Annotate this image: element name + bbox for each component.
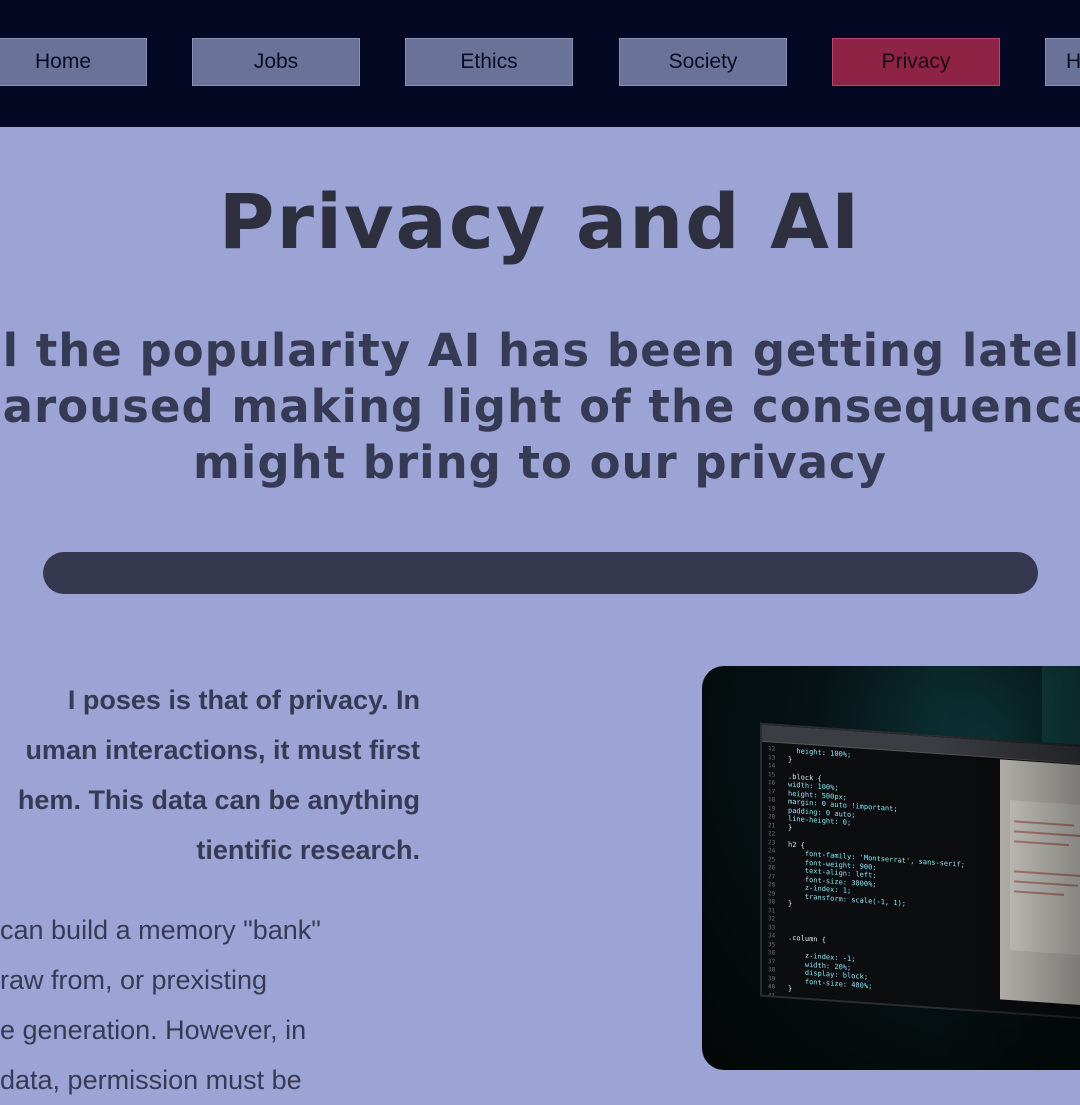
section-divider xyxy=(43,552,1038,594)
paragraph-line: hem. This data can be anything xyxy=(17,785,420,815)
photo-shade xyxy=(702,666,1080,1070)
page-subtitle: all the popularity AI has been getting l… xyxy=(0,323,1080,491)
nav-item-society[interactable]: Society xyxy=(619,38,787,86)
paragraph-line: e generation. However, in xyxy=(0,1015,307,1045)
paragraph-body: can build a memory "bank" raw from, or p… xyxy=(0,905,420,1105)
paragraph-line: uman interactions, it must first xyxy=(25,735,420,765)
code-screen-photo: 12 13 14 15 16 17 18 19 20 21 22 23 24 2… xyxy=(702,666,1080,1070)
subtitle-line: s aroused making light of the consequenc… xyxy=(0,380,1080,433)
paragraph-line: can build a memory "bank" xyxy=(0,915,321,945)
paragraph-line: raw from, or prexisting xyxy=(0,965,268,995)
subtitle-line: all the popularity AI has been getting l… xyxy=(0,324,1080,377)
paragraph-line: I poses is that of privacy. In xyxy=(67,685,420,715)
subtitle-line: might bring to our privacy xyxy=(193,436,887,489)
nav-item-ethics[interactable]: Ethics xyxy=(405,38,573,86)
paragraph-line: data, permission must be xyxy=(0,1065,302,1095)
page-title: Privacy and AI xyxy=(218,177,862,266)
paragraph-line: tientific research. xyxy=(196,835,420,865)
paragraph-intro: I poses is that of privacy. In uman inte… xyxy=(0,675,420,875)
nav-item-partial[interactable]: H xyxy=(1045,38,1080,86)
nav-item-privacy[interactable]: Privacy xyxy=(832,38,1000,86)
nav-item-jobs[interactable]: Jobs xyxy=(192,38,360,86)
top-navigation-bar: Home Jobs Ethics Society Privacy H xyxy=(0,0,1080,127)
nav-item-home[interactable]: Home xyxy=(0,38,147,86)
article-text: I poses is that of privacy. In uman inte… xyxy=(0,675,420,1105)
